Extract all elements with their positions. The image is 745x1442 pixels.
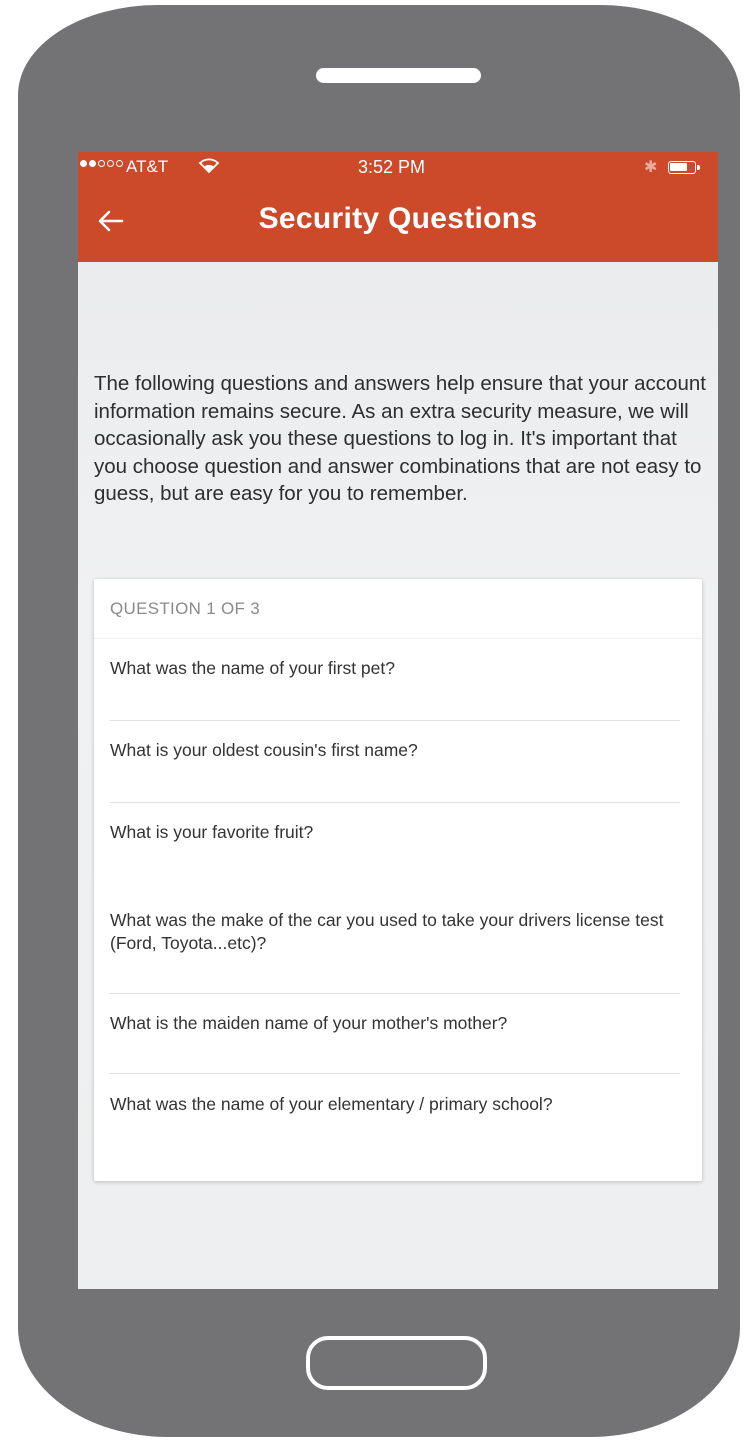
- intro-text: The following questions and answers help…: [94, 372, 706, 505]
- question-option[interactable]: What was the name of your elementary / p…: [94, 1074, 702, 1164]
- battery-level: [670, 163, 687, 171]
- battery-icon: [668, 161, 696, 174]
- speaker-slot: [316, 68, 481, 83]
- question-option[interactable]: What was the name of your first pet?: [94, 639, 702, 721]
- question-option[interactable]: What is your oldest cousin's first name?: [94, 721, 702, 803]
- question-counter: QUESTION 1 OF 3: [110, 599, 260, 618]
- question-option-label: What is your favorite fruit?: [110, 822, 314, 842]
- question-option[interactable]: What is your favorite fruit?: [94, 803, 702, 885]
- page-title: Security Questions: [78, 202, 718, 236]
- status-time: 3:52 PM: [358, 157, 426, 177]
- app-screen: AT&T 3:52 PM ✱ Security Questions The fo…: [78, 152, 718, 1289]
- app-bar: AT&T 3:52 PM ✱ Security Questions: [78, 152, 718, 262]
- question-option-label: What is your oldest cousin's first name?: [110, 740, 418, 760]
- wifi-icon: [198, 158, 220, 174]
- signal-strength-icon: [80, 160, 123, 167]
- home-button[interactable]: [306, 1336, 487, 1390]
- page-title-text: Security Questions: [258, 202, 538, 235]
- question-card: QUESTION 1 OF 3 What was the name of you…: [94, 579, 702, 1181]
- question-option[interactable]: What is the maiden name of your mother's…: [94, 994, 702, 1074]
- battery-tip: [697, 165, 700, 170]
- question-option-label: What was the name of your first pet?: [110, 658, 395, 678]
- phone-frame: AT&T 3:52 PM ✱ Security Questions The fo…: [18, 5, 740, 1437]
- bluetooth-icon: ✱: [644, 159, 658, 176]
- question-option-label: What was the name of your elementary / p…: [110, 1094, 553, 1114]
- question-option-label: What is the maiden name of your mother's…: [110, 1013, 508, 1033]
- question-option[interactable]: What was the make of the car you used to…: [94, 885, 702, 994]
- status-bar: AT&T 3:52 PM ✱: [78, 152, 718, 186]
- question-option-label: What was the make of the car you used to…: [110, 910, 664, 953]
- carrier-name: AT&T: [126, 157, 169, 176]
